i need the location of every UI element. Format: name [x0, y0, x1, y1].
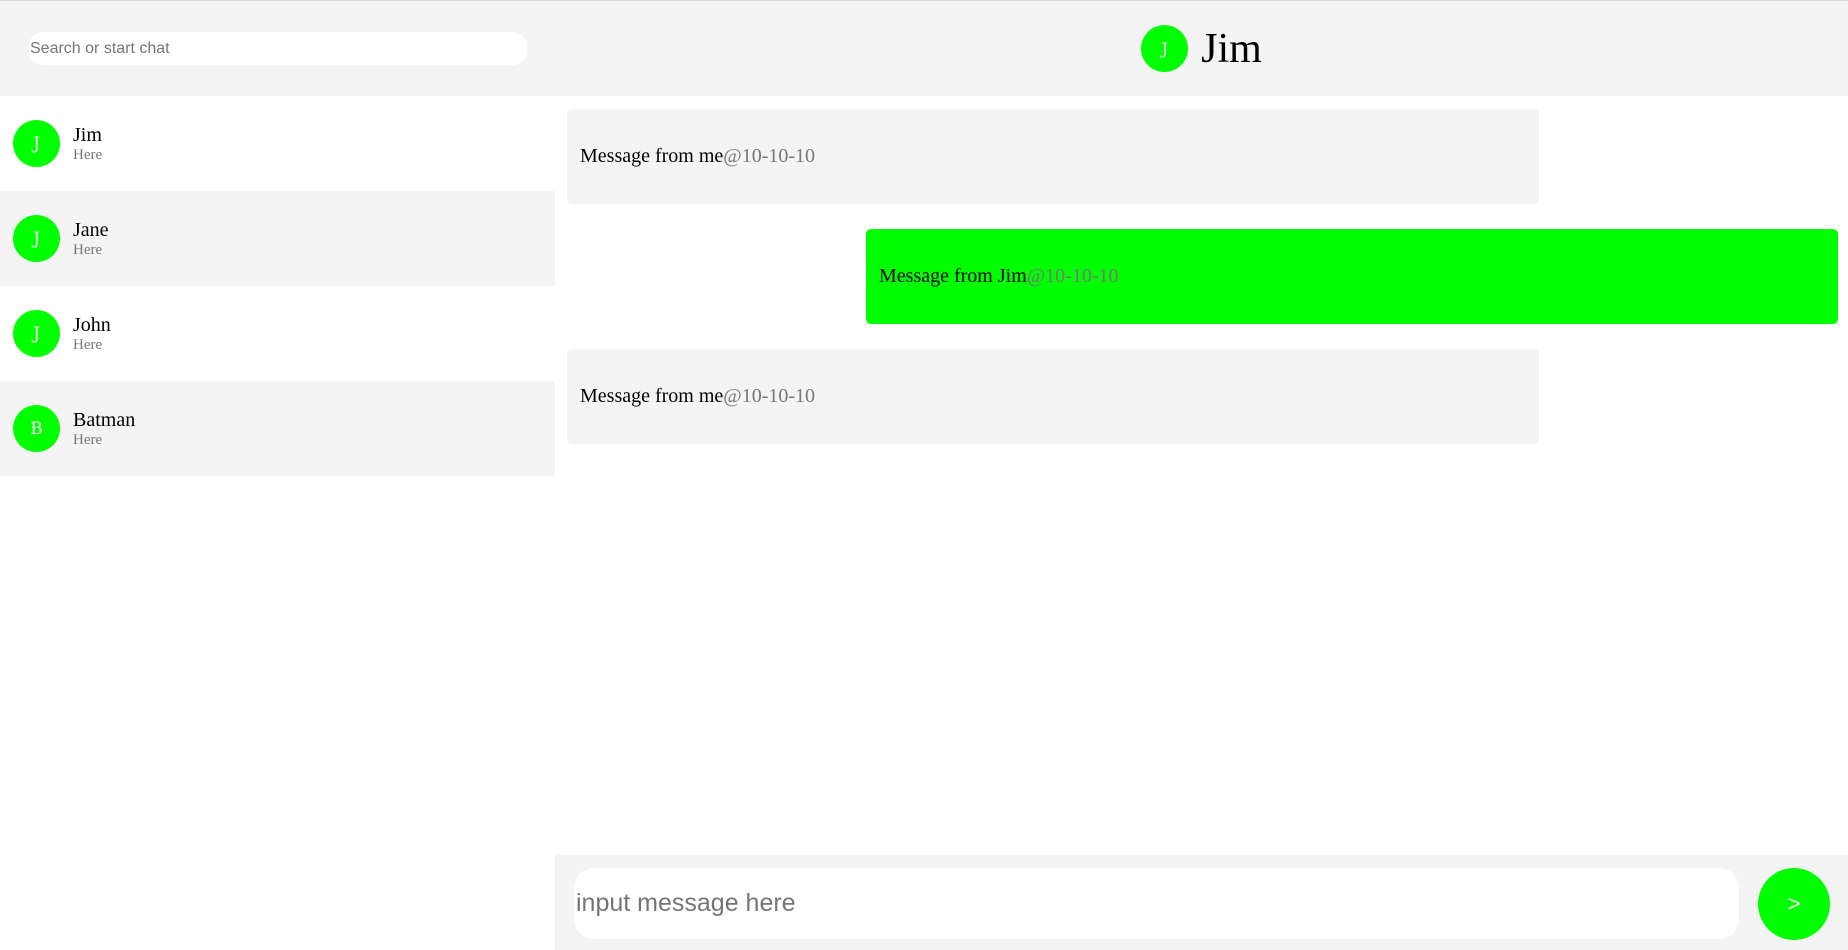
send-button[interactable]: > — [1758, 868, 1830, 940]
contact-status: Here — [73, 241, 103, 258]
chat-header-avatar: J — [1141, 25, 1189, 72]
sidebar: J Jim Here J Jane Here J John Here — [0, 1, 555, 950]
message-bubble-sent: Message from me @10-10-10 — [567, 109, 1539, 204]
sidebar-header — [0, 1, 555, 96]
message-time: @10-10-10 — [1026, 265, 1119, 287]
contact-status: Here — [73, 431, 103, 448]
message-text: Message from me — [580, 385, 724, 407]
contact-item-jane[interactable]: J Jane Here — [0, 191, 555, 286]
contact-list: J Jim Here J Jane Here J John Here B Bat… — [0, 96, 555, 476]
contact-name: John — [73, 313, 111, 336]
avatar: J — [13, 120, 60, 167]
chat-panel: J Jim Message from me @10-10-10 Message f… — [555, 1, 1848, 950]
message-time: @10-10-10 — [723, 385, 816, 407]
message-list: Message from me @10-10-10 Message from Ji… — [555, 96, 1848, 856]
contact-text: John Here — [73, 315, 111, 353]
contact-status: Here — [73, 146, 103, 163]
message-text: Message from Jim — [879, 265, 1027, 287]
avatar: J — [13, 215, 60, 262]
chat-app: J Jim Here J Jane Here J John Here — [0, 0, 1848, 950]
contact-name: Jane — [73, 218, 109, 241]
avatar: B — [13, 405, 60, 452]
contact-text: Batman Here — [73, 410, 135, 448]
contact-status: Here — [73, 336, 103, 353]
message-composer: > — [555, 855, 1848, 950]
contact-item-john[interactable]: J John Here — [0, 286, 555, 381]
contact-item-batman[interactable]: B Batman Here — [0, 381, 555, 476]
message-time: @10-10-10 — [723, 145, 816, 167]
avatar: J — [13, 310, 60, 357]
contact-name: Jim — [73, 123, 102, 146]
message-bubble-received: Message from Jim @10-10-10 — [866, 229, 1838, 324]
contact-name: Batman — [73, 408, 136, 431]
contact-text: Jim Here — [73, 125, 102, 163]
contact-item-jim[interactable]: J Jim Here — [0, 96, 555, 191]
message-bubble-sent: Message from me @10-10-10 — [567, 349, 1539, 444]
message-text: Message from me — [580, 145, 724, 167]
search-input[interactable] — [29, 32, 527, 65]
contact-text: Jane Here — [73, 220, 109, 258]
message-input[interactable] — [574, 868, 1739, 939]
chat-header: J Jim — [555, 1, 1848, 96]
chat-title: Jim — [1201, 25, 1262, 72]
